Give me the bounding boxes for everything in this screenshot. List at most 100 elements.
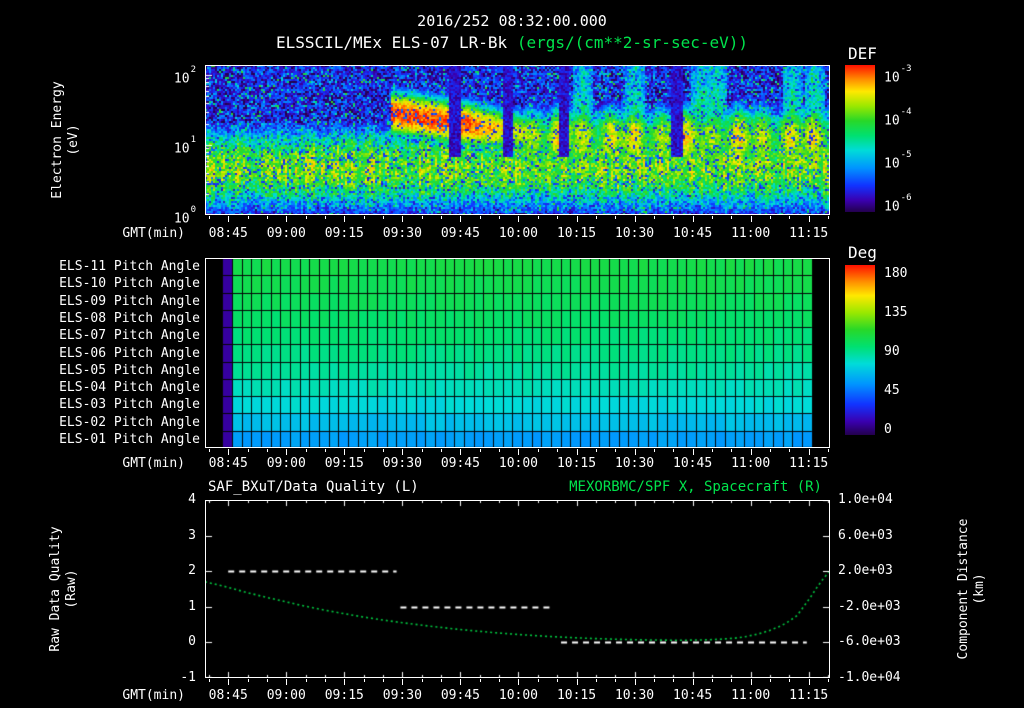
time-tick-label: 10:15 — [556, 456, 597, 471]
power-exponent: -3 — [900, 64, 912, 74]
power-base: 10 — [173, 211, 190, 227]
time-tick-label: 08:45 — [208, 688, 248, 703]
time-tick-label: 09:45 — [440, 226, 480, 241]
pitch-time-axis: GMT(min) 08:45 09:00 09:15 09:30 09:45 10:00 10… — [0, 456, 1024, 472]
time-tick-label: 09:15 — [324, 688, 364, 703]
quality-tick-label: -1 — [180, 670, 196, 685]
distance-tick-label: -1.0e+04 — [838, 670, 901, 685]
time-tick-label: 10:30 — [614, 456, 655, 471]
pitch-row-label: ELS-09 Pitch Angle — [59, 293, 200, 309]
quality-y-axis-label-line1: Raw Data Quality — [48, 526, 63, 652]
distance-y-axis-label-line1: Component Distance — [956, 518, 971, 660]
energy-tick-label: 101 — [152, 135, 196, 158]
power-base: 10 — [884, 113, 900, 129]
energy-tick-label: 100 — [152, 205, 196, 228]
time-tick-label: 10:15 — [556, 688, 597, 703]
pitch-row-label: ELS-04 Pitch Angle — [59, 380, 200, 396]
time-tick-label: 10:30 — [614, 688, 655, 703]
deg-colorbar-title: Deg — [848, 243, 877, 262]
distance-series-title: MEXORBMC/SPF X, Spacecraft (R) — [569, 479, 822, 495]
quality-y-axis-label: Raw Data Quality (Raw) — [48, 479, 80, 699]
pitch-row-label: ELS-01 Pitch Angle — [59, 431, 200, 447]
instrument-name: ELSSCIL/MEx ELS-07 LR-Bk — [275, 33, 508, 52]
distance-y-axis-label-line2: (km) — [972, 573, 987, 605]
time-tick-label: 11:00 — [731, 226, 771, 241]
spectrogram-y-axis-label: Electron Energy (eV) — [50, 30, 82, 250]
time-tick-label: 09:45 — [440, 456, 480, 471]
power-exponent: 2 — [190, 65, 196, 75]
pitch-row-label: ELS-08 Pitch Angle — [59, 310, 200, 326]
time-tick-label: 11:15 — [789, 456, 829, 471]
pitch-row-label: ELS-07 Pitch Angle — [59, 328, 200, 344]
pitch-row-label: ELS-06 Pitch Angle — [59, 345, 200, 361]
time-tick-label: 10:30 — [614, 226, 655, 241]
quality-tick-label: 4 — [188, 492, 196, 507]
deg-tick-label: 45 — [884, 383, 900, 398]
pitch-angle-grid-canvas — [205, 258, 830, 448]
deg-tick-label: 0 — [884, 422, 892, 437]
time-tick-label: 09:15 — [324, 456, 364, 471]
time-axis-label: GMT(min) — [122, 456, 185, 471]
pitch-row-label: ELS-03 Pitch Angle — [59, 397, 200, 413]
time-tick-label: 09:30 — [382, 226, 422, 241]
quality-tick-label: 1 — [188, 598, 196, 614]
power-base: 10 — [884, 199, 900, 215]
line-time-axis: GMT(min) 08:45 09:00 09:15 09:30 09:45 10:00 10… — [0, 688, 1024, 704]
time-tick-label: 11:00 — [731, 456, 771, 471]
distance-tick-label: 2.0e+03 — [838, 563, 893, 579]
quality-tick-label: 2 — [188, 563, 196, 579]
spectrogram-time-axis: GMT(min) 08:45 09:00 09:15 09:30 09:45 10:00 10… — [0, 226, 1024, 242]
time-axis-label: GMT(min) — [122, 226, 185, 241]
mex-els-plot-page: 2016/252 08:32:00.000 ELSSCIL/MEx ELS-07… — [0, 0, 1024, 708]
electron-energy-spectrogram-canvas — [205, 65, 830, 215]
def-tick-label: 10-3 — [884, 64, 912, 87]
distance-tick-label: -6.0e+03 — [838, 634, 901, 650]
time-tick-label: 10:45 — [673, 688, 713, 703]
time-tick-label: 09:00 — [266, 456, 306, 471]
spectrogram-y-axis-label-line1: Electron Energy — [50, 81, 65, 199]
time-tick-label: 10:00 — [498, 456, 539, 471]
distance-y-axis-label: Component Distance (km) — [956, 479, 988, 699]
time-tick-label: 10:45 — [673, 226, 713, 241]
energy-tick-label: 102 — [152, 65, 196, 88]
def-colorbar — [845, 65, 875, 212]
pitch-row-label: ELS-10 Pitch Angle — [59, 276, 200, 292]
def-colorbar-title: DEF — [848, 44, 877, 63]
time-tick-label: 11:15 — [789, 688, 829, 703]
power-exponent: -6 — [900, 193, 912, 203]
time-tick-label: 09:00 — [266, 688, 306, 703]
def-tick-label: 10-5 — [884, 150, 912, 173]
distance-tick-label: 6.0e+03 — [838, 527, 893, 543]
pitch-row-label: ELS-02 Pitch Angle — [59, 414, 200, 430]
time-tick-label: 09:30 — [382, 688, 422, 703]
distance-tick-label: 1.0e+04 — [838, 492, 893, 507]
time-tick-label: 08:45 — [208, 456, 248, 471]
deg-colorbar — [845, 265, 875, 435]
power-base: 10 — [884, 156, 900, 172]
power-exponent: 1 — [190, 135, 196, 145]
pitch-row-label: ELS-11 Pitch Angle — [59, 259, 200, 275]
quality-y-axis-label-line2: (Raw) — [64, 569, 79, 609]
quality-series-title: SAF_BXuT/Data Quality (L) — [208, 479, 419, 495]
power-exponent: -5 — [900, 150, 912, 160]
time-tick-label: 10:45 — [673, 456, 713, 471]
time-tick-label: 09:45 — [440, 688, 480, 703]
quality-tick-label: 0 — [188, 634, 196, 650]
time-tick-label: 09:30 — [382, 456, 422, 471]
deg-tick-label: 135 — [884, 305, 908, 320]
time-tick-label: 10:15 — [556, 226, 597, 241]
time-tick-label: 10:00 — [498, 226, 539, 241]
power-base: 10 — [173, 71, 190, 87]
time-tick-label: 11:15 — [789, 226, 829, 241]
power-exponent: 0 — [190, 205, 196, 215]
spectrogram-y-axis-label-line2: (eV) — [66, 124, 81, 156]
quality-distance-plot-canvas — [205, 500, 830, 678]
deg-tick-label: 90 — [884, 344, 900, 359]
time-tick-label: 09:00 — [266, 226, 306, 241]
distance-tick-label: -2.0e+03 — [838, 598, 901, 614]
deg-tick-label: 180 — [884, 266, 908, 281]
units-label: (ergs/(cm**2-sr-sec-eV)) — [516, 33, 748, 52]
time-tick-label: 10:00 — [498, 688, 539, 703]
quality-tick-label: 3 — [188, 527, 196, 543]
power-exponent: -4 — [900, 107, 912, 117]
